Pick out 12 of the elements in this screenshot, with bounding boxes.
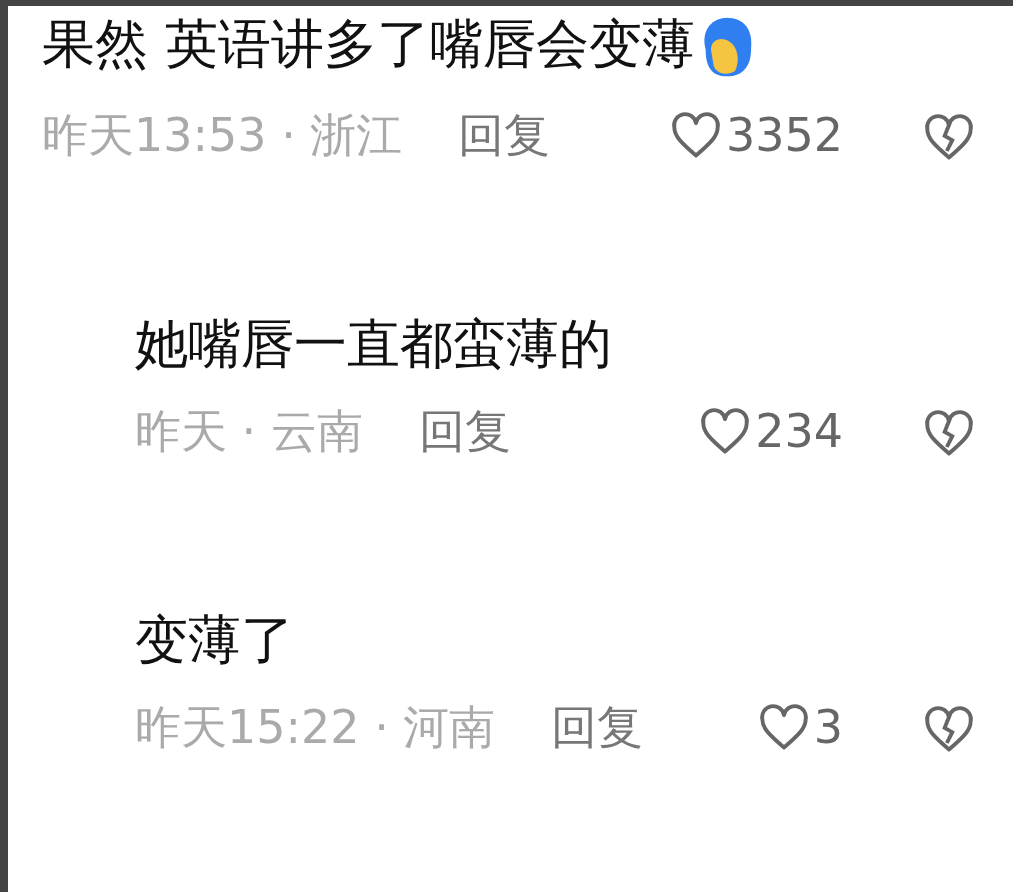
reply-link[interactable]: 回复 [551,700,644,756]
comment-meta: 昨天 · 云南 [135,404,363,460]
comment-meta: 昨天13:53 · 浙江 [42,108,403,164]
comment-meta: 昨天15:22 · 河南 [135,700,496,756]
like-count: 3352 [725,108,843,164]
reply-link[interactable]: 回复 [418,404,511,460]
like-count: 234 [755,404,843,460]
reply-link[interactable]: 回复 [458,108,551,164]
comment-text: 果然 英语讲多了嘴唇会变薄 [42,13,695,74]
comment-text: 变薄了 [135,607,295,672]
comment-text: 她嘴唇一直都蛮薄的 [135,311,613,376]
like-count: 3 [813,700,843,756]
